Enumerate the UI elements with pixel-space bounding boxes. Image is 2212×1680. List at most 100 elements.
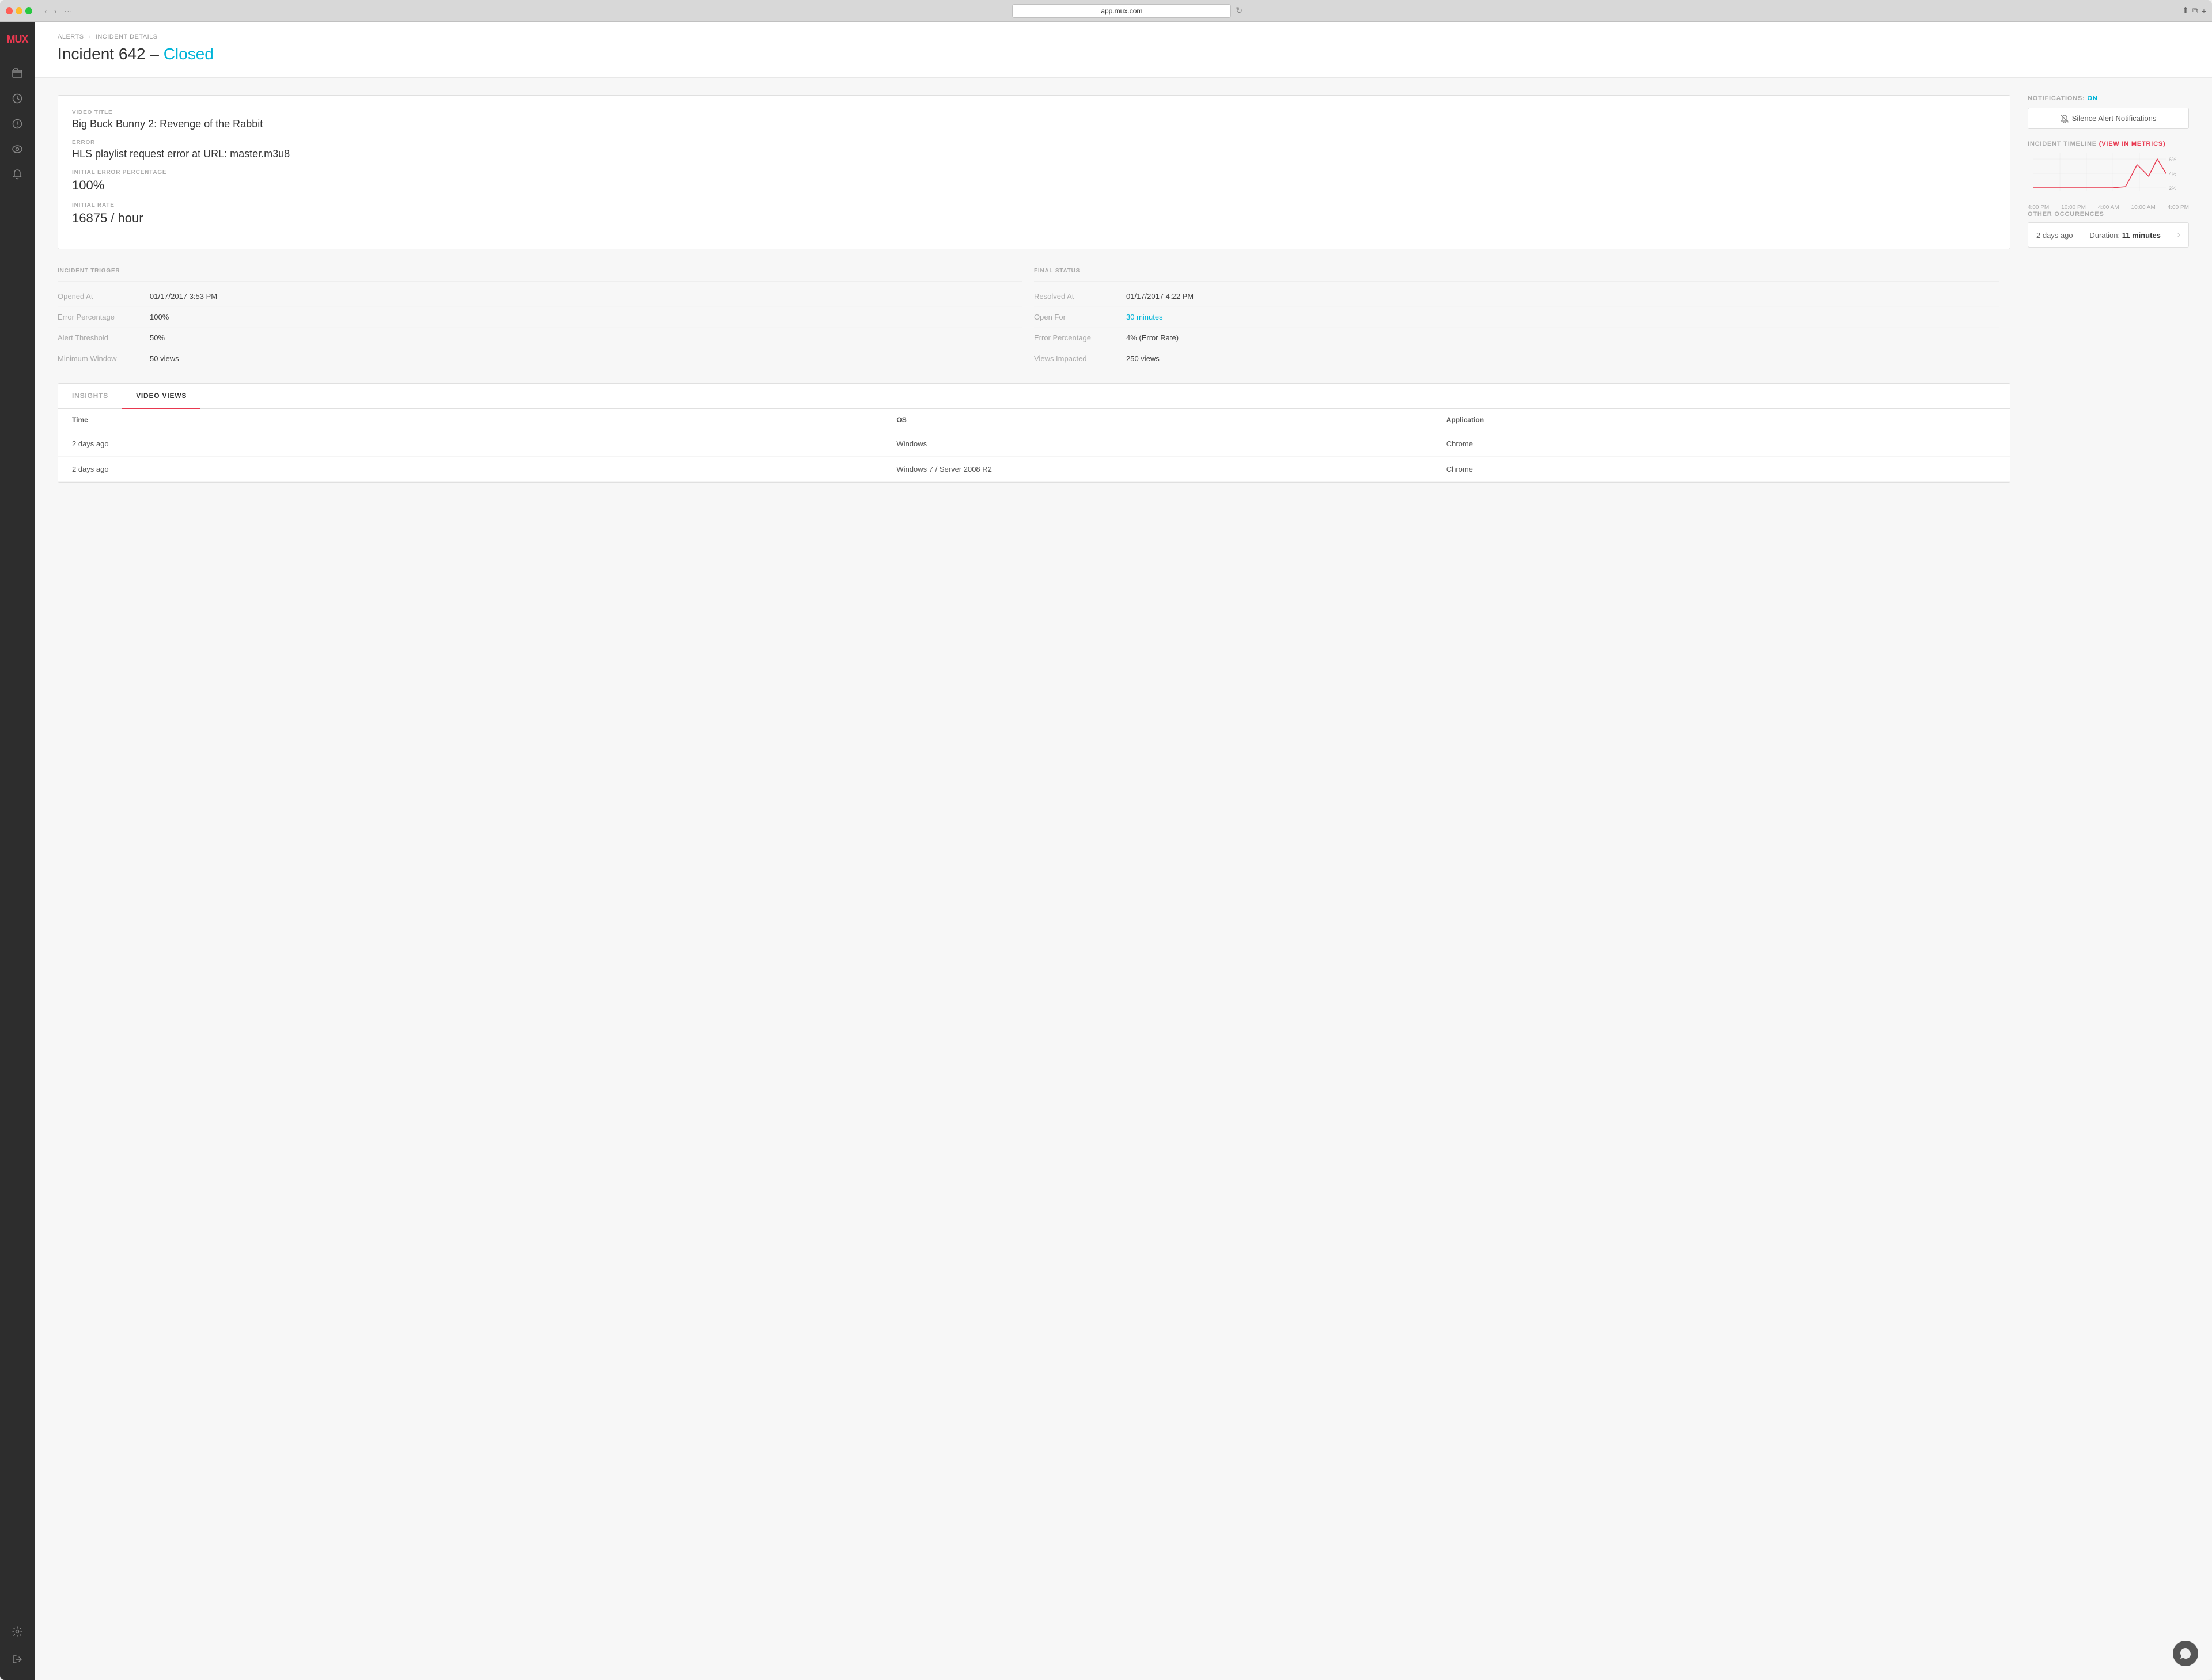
maximize-button[interactable] bbox=[25, 7, 32, 14]
timeline-label: INCIDENT TIMELINE (View in metrics) bbox=[2028, 141, 2189, 147]
url-bar[interactable]: app.mux.com bbox=[1012, 4, 1231, 18]
trigger-min-window: Minimum Window 50 views bbox=[58, 348, 1022, 369]
reload-button[interactable]: ↻ bbox=[1236, 6, 1243, 16]
sidebar-item-settings[interactable] bbox=[6, 1620, 29, 1643]
minimize-button[interactable] bbox=[16, 7, 22, 14]
page-status: Closed bbox=[164, 45, 214, 63]
table-row: 2 days ago Windows 7 / Server 2008 R2 Ch… bbox=[58, 457, 2010, 482]
view-in-metrics-link[interactable]: (View in metrics) bbox=[2099, 141, 2166, 147]
occurrence-row[interactable]: 2 days ago Duration: 11 minutes › bbox=[2028, 222, 2189, 248]
chart-container: 6% 4% 2% 4:00 PM 10:00 PM 4:00 AM 10:00 … bbox=[2028, 153, 2189, 199]
final-views-impacted: Views Impacted 250 views bbox=[1034, 348, 1999, 369]
breadcrumb-parent[interactable]: ALERTS bbox=[58, 33, 84, 40]
chat-button[interactable] bbox=[2173, 1641, 2198, 1666]
timeline-section: INCIDENT TIMELINE (View in metrics) bbox=[2028, 141, 2189, 199]
left-panel: VIDEO TITLE Big Buck Bunny 2: Revenge of… bbox=[58, 95, 2010, 483]
breadcrumb: ALERTS › INCIDENT DETAILS bbox=[58, 33, 2189, 40]
svg-text:4%: 4% bbox=[2169, 171, 2176, 177]
page-title: Incident 642 – Closed bbox=[58, 45, 2189, 63]
back-button[interactable]: ‹ bbox=[41, 5, 50, 17]
trigger-column: INCIDENT TRIGGER Opened At 01/17/2017 3:… bbox=[58, 263, 1034, 369]
notifications-status: ON bbox=[2087, 95, 2097, 102]
sidebar-item-clock[interactable] bbox=[6, 87, 29, 110]
row1-time: 2 days ago bbox=[72, 439, 896, 448]
open-for-link[interactable]: 30 minutes bbox=[1126, 313, 1163, 321]
error-percentage-value: 100% bbox=[72, 178, 1996, 193]
error-percentage-label: INITIAL ERROR PERCENTAGE bbox=[72, 169, 1996, 176]
logo[interactable]: MUX bbox=[7, 29, 28, 50]
tabs-section: INSIGHTS VIDEO VIEWS Time OS Application… bbox=[58, 383, 2010, 483]
browser-titlebar: ‹ › ··· app.mux.com ↻ ⬆ ⧉ + bbox=[0, 0, 2212, 22]
occurrence-duration: Duration: 11 minutes bbox=[2089, 231, 2161, 240]
other-label: OTHER OCCURENCES bbox=[2028, 211, 2189, 218]
sidebar-item-logout[interactable] bbox=[6, 1648, 29, 1671]
sidebar-item-alert[interactable] bbox=[6, 112, 29, 135]
silence-button[interactable]: Silence Alert Notifications bbox=[2028, 108, 2189, 129]
content-area: VIDEO TITLE Big Buck Bunny 2: Revenge of… bbox=[35, 78, 2212, 500]
timeline-chart-svg: 6% 4% 2% bbox=[2028, 153, 2189, 199]
table-row: 2 days ago Windows Chrome bbox=[58, 431, 2010, 457]
page-header: ALERTS › INCIDENT DETAILS Incident 642 –… bbox=[35, 22, 2212, 78]
forward-button[interactable]: › bbox=[51, 5, 60, 17]
right-panel: NOTIFICATIONS: ON Silence Alert Notifica… bbox=[2028, 95, 2189, 483]
final-error-pct: Error Percentage 4% (Error Rate) bbox=[1034, 328, 1999, 348]
col-time: Time bbox=[72, 416, 896, 424]
final-open-for: Open For 30 minutes bbox=[1034, 307, 1999, 328]
video-title-label: VIDEO TITLE bbox=[72, 109, 1996, 116]
row2-time: 2 days ago bbox=[72, 465, 896, 473]
main-content: ALERTS › INCIDENT DETAILS Incident 642 –… bbox=[35, 22, 2212, 1680]
trigger-threshold: Alert Threshold 50% bbox=[58, 328, 1022, 348]
tabs-content: Time OS Application 2 days ago Windows C… bbox=[58, 409, 2010, 482]
close-button[interactable] bbox=[6, 7, 13, 14]
row1-os: Windows bbox=[896, 439, 1446, 448]
video-title-value: Big Buck Bunny 2: Revenge of the Rabbit bbox=[72, 118, 1996, 130]
tabs-header: INSIGHTS VIDEO VIEWS bbox=[58, 384, 2010, 409]
share-button[interactable]: ⬆ bbox=[2182, 6, 2189, 16]
trigger-opened-at: Opened At 01/17/2017 3:53 PM bbox=[58, 286, 1022, 307]
sidebar: MUX bbox=[0, 22, 35, 1680]
final-header: FINAL STATUS bbox=[1034, 263, 1999, 282]
error-label: ERROR bbox=[72, 139, 1996, 146]
chat-icon bbox=[2179, 1647, 2192, 1660]
row1-app: Chrome bbox=[1446, 439, 1996, 448]
svg-text:2%: 2% bbox=[2169, 185, 2176, 191]
tab-bar: app.mux.com ↻ bbox=[77, 4, 2177, 18]
add-button[interactable]: + bbox=[2202, 6, 2206, 16]
breadcrumb-current: INCIDENT DETAILS bbox=[96, 33, 158, 40]
sidebar-item-folder[interactable] bbox=[6, 62, 29, 85]
initial-rate-value: 16875 / hour bbox=[72, 211, 1996, 226]
notifications-label: NOTIFICATIONS: ON bbox=[2028, 95, 2189, 102]
table-header: Time OS Application bbox=[58, 409, 2010, 431]
svg-text:6%: 6% bbox=[2169, 157, 2176, 162]
error-value: HLS playlist request error at URL: maste… bbox=[72, 148, 1996, 160]
other-occurrences-section: OTHER OCCURENCES 2 days ago Duration: 11… bbox=[2028, 211, 2189, 248]
incident-details: INCIDENT TRIGGER Opened At 01/17/2017 3:… bbox=[58, 263, 2010, 369]
occurrence-time: 2 days ago bbox=[2036, 231, 2073, 240]
silence-btn-label: Silence Alert Notifications bbox=[2072, 114, 2157, 123]
breadcrumb-separator: › bbox=[89, 33, 91, 40]
tab-dots: ··· bbox=[64, 7, 73, 15]
browser-toolbar-right: ⬆ ⧉ + bbox=[2182, 6, 2206, 16]
bell-slash-icon bbox=[2061, 115, 2069, 123]
col-application: Application bbox=[1446, 416, 1996, 424]
app-layout: MUX bbox=[0, 22, 2212, 1680]
trigger-error-pct: Error Percentage 100% bbox=[58, 307, 1022, 328]
sidebar-item-bell[interactable] bbox=[6, 163, 29, 186]
col-os: OS bbox=[896, 416, 1446, 424]
traffic-lights bbox=[6, 7, 32, 14]
incident-info-card: VIDEO TITLE Big Buck Bunny 2: Revenge of… bbox=[58, 95, 2010, 249]
chart-x-labels: 4:00 PM 10:00 PM 4:00 AM 10:00 AM 4:00 P… bbox=[2028, 204, 2189, 211]
trigger-header: INCIDENT TRIGGER bbox=[58, 263, 1022, 282]
sidebar-bottom bbox=[6, 1620, 29, 1673]
final-column: FINAL STATUS Resolved At 01/17/2017 4:22… bbox=[1034, 263, 2010, 369]
chevron-right-icon: › bbox=[2177, 230, 2180, 240]
tab-video-views[interactable]: VIDEO VIEWS bbox=[122, 384, 200, 409]
nav-buttons: ‹ › bbox=[41, 5, 59, 17]
sidebar-item-eye[interactable] bbox=[6, 138, 29, 161]
initial-rate-label: INITIAL RATE bbox=[72, 202, 1996, 208]
tab-insights[interactable]: INSIGHTS bbox=[58, 384, 122, 409]
row2-os: Windows 7 / Server 2008 R2 bbox=[896, 465, 1446, 473]
row2-app: Chrome bbox=[1446, 465, 1996, 473]
notifications-section: NOTIFICATIONS: ON Silence Alert Notifica… bbox=[2028, 95, 2189, 129]
new-tab-button[interactable]: ⧉ bbox=[2192, 6, 2198, 16]
